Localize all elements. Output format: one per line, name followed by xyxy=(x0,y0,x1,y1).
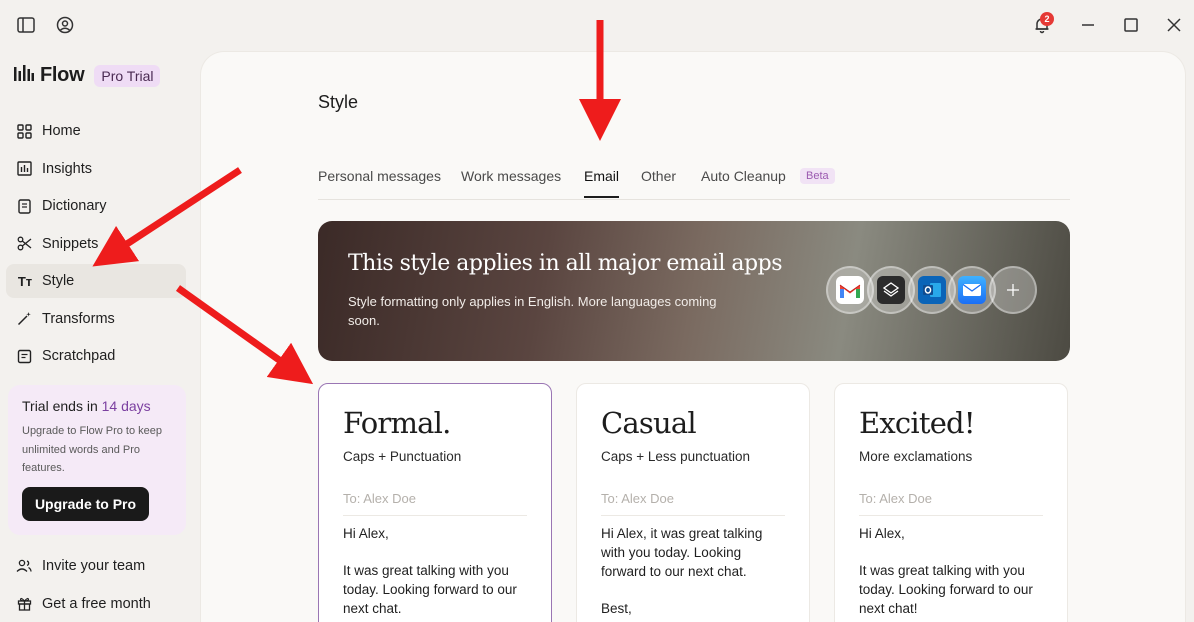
page-title: Style xyxy=(318,92,359,112)
sidebar-item-home[interactable]: Home xyxy=(6,114,186,148)
add-app-icon xyxy=(989,266,1037,314)
card-title: Excited! xyxy=(859,406,975,440)
card-subtitle: Caps + Less punctuation xyxy=(601,449,750,464)
banner-title: This style applies in all major email ap… xyxy=(348,251,783,276)
sidebar-item-label: Snippets xyxy=(42,235,99,252)
maximize-icon[interactable] xyxy=(1120,14,1142,36)
sidebar-item-scratchpad[interactable]: Scratchpad xyxy=(6,339,186,373)
free-month-label: Get a free month xyxy=(42,595,151,612)
account-icon[interactable] xyxy=(54,14,76,36)
book-icon xyxy=(15,197,33,215)
sidebar-bottom-links: Invite your team Get a free month xyxy=(6,549,186,622)
active-tab-indicator xyxy=(584,196,619,198)
grid-icon xyxy=(15,122,33,140)
users-icon xyxy=(15,557,33,575)
magic-wand-icon xyxy=(15,310,33,328)
flow-logo-icon xyxy=(14,64,34,87)
trial-card: Trial ends in 14 days Upgrade to Flow Pr… xyxy=(8,385,186,535)
close-icon[interactable] xyxy=(1163,14,1185,36)
tab-work-messages[interactable]: Work messages xyxy=(461,168,561,184)
card-recipient: To: Alex Doe xyxy=(859,491,1043,516)
beta-badge: Beta xyxy=(800,168,835,184)
sidebar-item-label: Scratchpad xyxy=(42,348,116,364)
tab-email[interactable]: Email xyxy=(584,168,619,184)
minimize-icon[interactable] xyxy=(1077,14,1099,36)
sidebar-toggle-icon[interactable] xyxy=(15,14,37,36)
scissors-icon xyxy=(15,235,33,253)
invite-team-label: Invite your team xyxy=(42,558,146,574)
tab-other[interactable]: Other xyxy=(641,168,676,184)
notification-badge: 2 xyxy=(1040,12,1054,26)
style-tabs: Personal messages Work messages Email Ot… xyxy=(318,164,1070,200)
sidebar-nav: Home Insights Dictionary Snippets Tт Sty… xyxy=(6,114,186,377)
sidebar-item-snippets[interactable]: Snippets xyxy=(6,227,186,261)
card-example-body: Hi Alex, it was great talking with you t… xyxy=(601,526,763,616)
title-bar: 2 xyxy=(0,0,1194,50)
notepad-icon xyxy=(15,347,33,365)
gift-icon xyxy=(15,595,33,613)
card-subtitle: More exclamations xyxy=(859,449,973,464)
sidebar-item-insights[interactable]: Insights xyxy=(6,152,186,186)
sidebar-item-label: Style xyxy=(42,273,75,289)
sidebar: Flow Pro Trial Home Insights Dictionary … xyxy=(0,50,200,622)
plan-badge: Pro Trial xyxy=(94,64,161,87)
sidebar-item-label: Transforms xyxy=(42,310,115,327)
bar-chart-icon xyxy=(15,160,33,178)
main-panel: Style Personal messages Work messages Em… xyxy=(200,51,1186,622)
card-title: Formal. xyxy=(343,406,451,440)
sidebar-item-label: Home xyxy=(42,123,81,139)
card-example-body: Hi Alex, It was great talking with you t… xyxy=(859,526,1033,616)
free-month-link[interactable]: Get a free month xyxy=(6,587,186,621)
sidebar-item-transforms[interactable]: Transforms xyxy=(6,302,186,336)
app-name: Flow xyxy=(40,64,85,86)
sidebar-item-dictionary[interactable]: Dictionary xyxy=(6,189,186,223)
trial-days: 14 days xyxy=(101,398,151,414)
text-style-icon: Tт xyxy=(17,273,33,289)
brand: Flow Pro Trial xyxy=(14,64,161,87)
card-recipient: To: Alex Doe xyxy=(601,491,785,516)
style-card-formal[interactable]: Formal. Caps + Punctuation To: Alex Doe … xyxy=(318,383,552,622)
sidebar-item-label: Dictionary xyxy=(42,198,107,214)
trial-title: Trial ends in 14 days xyxy=(22,398,151,414)
card-example-body: Hi Alex, It was great talking with you t… xyxy=(343,526,517,616)
tab-personal-messages[interactable]: Personal messages xyxy=(318,168,441,184)
card-subtitle: Caps + Punctuation xyxy=(343,449,462,464)
card-title: Casual xyxy=(601,406,697,440)
sidebar-item-label: Insights xyxy=(42,160,92,177)
style-card-casual[interactable]: Casual Caps + Less punctuation To: Alex … xyxy=(576,383,810,622)
upgrade-button[interactable]: Upgrade to Pro xyxy=(22,486,149,521)
banner-subtitle: Style formatting only applies in English… xyxy=(348,294,717,328)
tab-auto-cleanup[interactable]: Auto Cleanup xyxy=(701,168,786,184)
card-recipient: To: Alex Doe xyxy=(343,491,527,516)
sidebar-item-style[interactable]: Tт Style xyxy=(6,264,186,298)
trial-description: Upgrade to Flow Pro to keep unlimited wo… xyxy=(22,425,163,474)
invite-team-link[interactable]: Invite your team xyxy=(6,549,186,583)
style-card-excited[interactable]: Excited! More exclamations To: Alex Doe … xyxy=(834,383,1068,622)
email-apps-banner: This style applies in all major email ap… xyxy=(318,221,1070,361)
